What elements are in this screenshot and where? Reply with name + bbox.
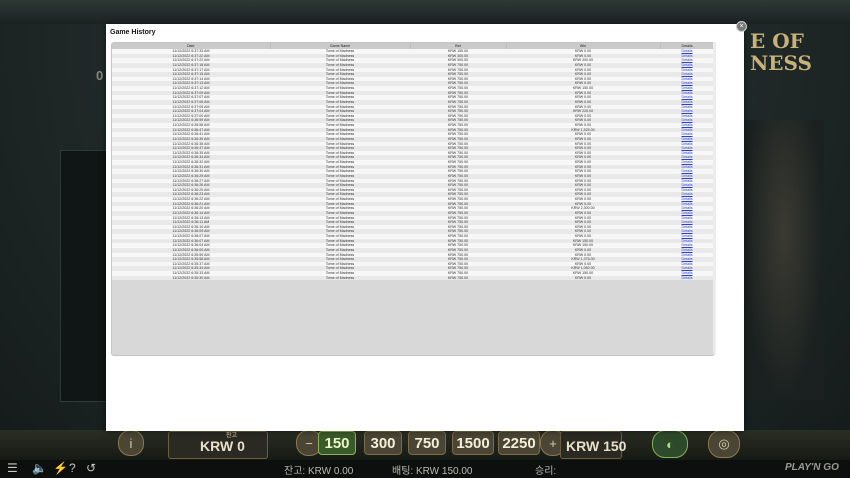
modal-title: Game History xyxy=(110,29,156,36)
details-link[interactable]: Details xyxy=(682,109,693,113)
close-button[interactable]: × xyxy=(736,21,747,32)
details-link[interactable]: Details xyxy=(682,100,693,104)
character-figure xyxy=(744,120,824,400)
details-link[interactable]: Details xyxy=(682,160,693,164)
details-link[interactable]: Details xyxy=(682,266,693,270)
history-table-container[interactable]: Date Game Name Bet Win Details 11/12/202… xyxy=(111,42,715,356)
details-link[interactable]: Details xyxy=(682,165,693,169)
details-link[interactable]: Details xyxy=(682,86,693,90)
bet-option-1500[interactable]: 1500 xyxy=(452,431,494,455)
details-link[interactable]: Details xyxy=(682,155,693,159)
details-link[interactable]: Details xyxy=(682,63,693,67)
menu-icon[interactable]: ☰ xyxy=(7,461,18,475)
cell-bet: KRW 750.00 xyxy=(410,275,506,281)
cell-game-name: Tome of Madness xyxy=(270,275,410,281)
table-row: 11/12/2022 6:35:30 AM Tome of Madness KRW … xyxy=(112,275,714,281)
details-link[interactable]: Details xyxy=(682,239,693,243)
lightning-icon[interactable]: ⚡ xyxy=(53,461,68,475)
details-link[interactable]: Details xyxy=(682,202,693,206)
bet-option-2250[interactable]: 2250 xyxy=(498,431,540,455)
details-link[interactable]: Details xyxy=(682,248,693,252)
details-link[interactable]: Details xyxy=(682,271,693,275)
details-link[interactable]: Details xyxy=(682,197,693,201)
details-link[interactable]: Details xyxy=(682,77,693,81)
details-link[interactable]: Details xyxy=(682,225,693,229)
details-link[interactable]: Details xyxy=(682,276,693,280)
details-link[interactable]: Details xyxy=(682,220,693,224)
help-icon[interactable]: ? xyxy=(69,461,76,475)
details-link[interactable]: Details xyxy=(682,151,693,155)
game-logo: E OF NESS xyxy=(750,29,812,75)
left-reel-panel xyxy=(60,150,108,402)
details-link[interactable]: Details xyxy=(682,211,693,215)
spin-button[interactable]: ◐ xyxy=(652,430,688,458)
win-value: KRW 150 xyxy=(566,438,627,454)
info-button[interactable]: i xyxy=(118,430,144,456)
balance-value: KRW 0 xyxy=(200,438,245,454)
autoplay-button[interactable]: ◎ xyxy=(708,430,740,458)
details-link[interactable]: Details xyxy=(682,243,693,247)
details-link[interactable]: Details xyxy=(682,132,693,136)
details-link[interactable]: Details xyxy=(682,206,693,210)
details-link[interactable]: Details xyxy=(682,169,693,173)
details-link[interactable]: Details xyxy=(682,234,693,238)
details-link[interactable]: Details xyxy=(682,95,693,99)
details-link[interactable]: Details xyxy=(682,229,693,233)
details-link[interactable]: Details xyxy=(682,137,693,141)
details-link[interactable]: Details xyxy=(682,91,693,95)
bet-option-750[interactable]: 750 xyxy=(408,431,446,455)
close-icon: × xyxy=(739,23,744,30)
top-banner xyxy=(0,0,850,24)
details-link[interactable]: Details xyxy=(682,142,693,146)
status-win: 승리: xyxy=(535,466,557,477)
cell-details: Details xyxy=(660,275,714,281)
plus-icon: + xyxy=(549,435,557,451)
info-button-label: i xyxy=(129,435,133,451)
minus-icon: − xyxy=(305,435,313,451)
details-link[interactable]: Details xyxy=(682,183,693,187)
details-link[interactable]: Details xyxy=(682,72,693,76)
history-table: Date Game Name Bet Win Details 11/12/202… xyxy=(112,43,715,281)
details-link[interactable]: Details xyxy=(682,174,693,178)
game-history-modal: Game History × Date Game Name Bet Win De… xyxy=(106,21,747,431)
bet-option-150[interactable]: 150 xyxy=(318,431,356,455)
bet-option-300[interactable]: 300 xyxy=(364,431,402,455)
details-link[interactable]: Details xyxy=(682,253,693,257)
cell-date: 11/12/2022 6:35:30 AM xyxy=(112,275,270,281)
brand-logo: PLAY'N GO xyxy=(785,462,839,473)
status-balance: 잔고: KRW 0.00 xyxy=(284,466,354,477)
details-link[interactable]: Details xyxy=(682,114,693,118)
details-link[interactable]: Details xyxy=(682,216,693,220)
history-icon[interactable]: ↺ xyxy=(86,461,96,475)
details-link[interactable]: Details xyxy=(682,188,693,192)
sound-icon[interactable]: 🔈 xyxy=(32,461,47,475)
details-link[interactable]: Details xyxy=(682,262,693,266)
scrollbar[interactable] xyxy=(713,42,716,354)
left-number: 0 xyxy=(96,68,104,83)
details-link[interactable]: Details xyxy=(682,179,693,183)
history-table-body: 11/12/2022 6:37:33 AM Tome of Madness KRW … xyxy=(112,49,714,281)
details-link[interactable]: Details xyxy=(682,128,693,132)
spin-icon: ◐ xyxy=(666,436,674,452)
details-link[interactable]: Details xyxy=(682,58,693,62)
details-link[interactable]: Details xyxy=(682,146,693,150)
details-link[interactable]: Details xyxy=(682,68,693,72)
details-link[interactable]: Details xyxy=(682,118,693,122)
details-link[interactable]: Details xyxy=(682,123,693,127)
details-link[interactable]: Details xyxy=(682,54,693,58)
details-link[interactable]: Details xyxy=(682,257,693,261)
autoplay-icon: ◎ xyxy=(718,436,730,451)
status-bar: ☰ 🔈 ⚡ ? ↺ 잔고: KRW 0.00 배팅: KRW 150.00 승리… xyxy=(0,460,850,478)
details-link[interactable]: Details xyxy=(682,49,693,53)
details-link[interactable]: Details xyxy=(682,105,693,109)
details-link[interactable]: Details xyxy=(682,81,693,85)
cell-win: KRW 0.00 xyxy=(506,275,660,281)
details-link[interactable]: Details xyxy=(682,192,693,196)
status-bet: 배팅: KRW 150.00 xyxy=(392,466,473,477)
